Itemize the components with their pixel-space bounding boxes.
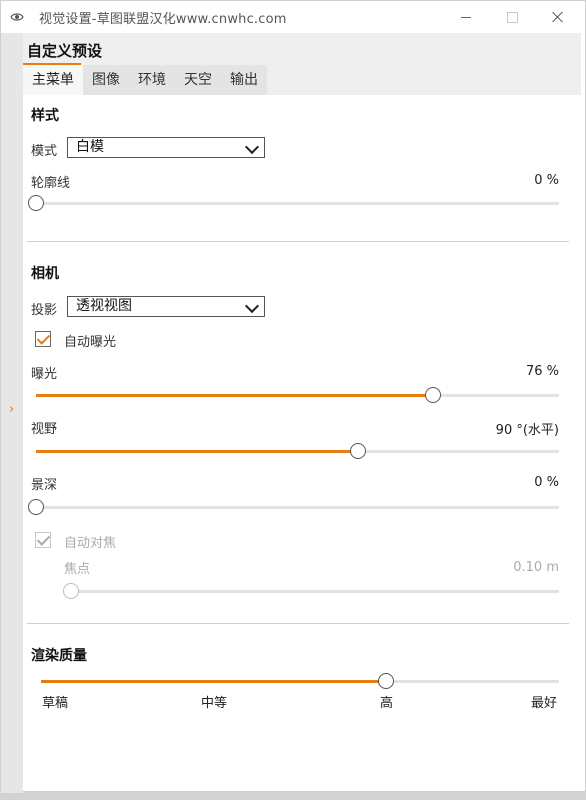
checkmark-icon: [36, 532, 51, 546]
quality-level-best: 最好: [531, 696, 558, 711]
quality-level-high: 高: [380, 696, 394, 711]
slider-handle[interactable]: [28, 499, 44, 515]
title-bar[interactable]: 视觉设置-草图联盟汉化www.cnwhc.com: [1, 1, 585, 33]
autofocus-checkbox[interactable]: [35, 532, 51, 548]
chevron-right-icon[interactable]: ›: [9, 403, 14, 416]
auto-exposure-label: 自动曝光: [64, 335, 117, 350]
tab-main-menu[interactable]: 主菜单: [23, 65, 83, 95]
slider-handle[interactable]: [349, 443, 366, 459]
focus-slider[interactable]: [63, 583, 559, 599]
autofocus-label: 自动对焦: [64, 536, 117, 551]
minimize-button[interactable]: [443, 1, 489, 33]
close-button[interactable]: [535, 1, 581, 33]
slider-fill: [36, 450, 358, 453]
slider-handle[interactable]: [425, 387, 442, 403]
auto-exposure-checkbox[interactable]: [35, 331, 51, 347]
projection-label: 投影: [31, 303, 58, 318]
preset-panel: 自定义预设 主菜单 图像 环境 天空 输出 样式 模式 白模 轮廓线 0 % 相…: [23, 33, 581, 791]
quality-level-medium: 中等: [201, 696, 228, 711]
outline-value: 0 %: [534, 173, 559, 188]
slider-track: [71, 590, 559, 593]
exposure-value: 76 %: [525, 364, 559, 379]
slider-fill: [41, 680, 386, 683]
mode-label: 模式: [31, 144, 58, 159]
render-quality-slider[interactable]: [41, 673, 559, 689]
eye-icon: [10, 13, 24, 21]
slider-track: [36, 506, 559, 509]
style-section-title: 样式: [31, 108, 59, 124]
camera-section-title: 相机: [31, 266, 59, 282]
tab-bar: 主菜单 图像 环境 天空 输出: [23, 65, 267, 95]
slider-handle[interactable]: [63, 583, 79, 599]
chevron-down-icon: [244, 298, 260, 314]
close-icon: [552, 11, 564, 23]
main-menu-content: 样式 模式 白模 轮廓线 0 % 相机 投影 透视视图 自动曝光 曝光 76 %…: [23, 95, 581, 791]
visual-settings-window: 视觉设置-草图联盟汉化www.cnwhc.com › 自定义预设 主菜单 图像 …: [0, 0, 586, 793]
mode-dropdown[interactable]: 白模: [67, 137, 265, 158]
checkmark-icon: [36, 331, 51, 345]
section-divider: [27, 241, 569, 242]
outline-slider[interactable]: [28, 195, 559, 211]
render-quality-title: 渲染质量: [31, 648, 87, 664]
fov-value: 90 °(水平): [495, 423, 559, 438]
quality-level-draft: 草稿: [42, 696, 69, 711]
maximize-button[interactable]: [489, 1, 535, 33]
dof-label: 景深: [31, 478, 58, 493]
maximize-icon: [506, 11, 518, 23]
panel-title: 自定义预设: [27, 42, 103, 60]
tab-output[interactable]: 输出: [221, 65, 267, 95]
tab-image[interactable]: 图像: [83, 65, 129, 95]
fov-label: 视野: [31, 422, 58, 437]
panel-header: 自定义预设 主菜单 图像 环境 天空 输出: [23, 33, 581, 95]
tab-sky[interactable]: 天空: [175, 65, 221, 95]
slider-handle[interactable]: [28, 195, 44, 211]
section-divider: [27, 623, 569, 624]
tab-environment[interactable]: 环境: [129, 65, 175, 95]
slider-fill: [36, 394, 434, 397]
window-title: 视觉设置-草图联盟汉化www.cnwhc.com: [39, 12, 287, 27]
projection-value: 透视视图: [76, 298, 132, 314]
exposure-label: 曝光: [31, 367, 58, 382]
fov-slider[interactable]: [36, 443, 559, 459]
mode-value: 白模: [76, 139, 104, 155]
focus-value: 0.10 m: [513, 560, 559, 575]
minimize-icon: [461, 16, 471, 18]
dof-value: 0 %: [534, 475, 559, 490]
outline-label: 轮廓线: [31, 176, 71, 191]
chevron-down-icon: [244, 139, 260, 155]
dof-slider[interactable]: [28, 499, 559, 515]
focus-label: 焦点: [64, 562, 91, 577]
projection-dropdown[interactable]: 透视视图: [67, 296, 265, 317]
slider-track: [36, 202, 559, 205]
exposure-slider[interactable]: [36, 387, 559, 403]
slider-handle[interactable]: [377, 673, 394, 689]
